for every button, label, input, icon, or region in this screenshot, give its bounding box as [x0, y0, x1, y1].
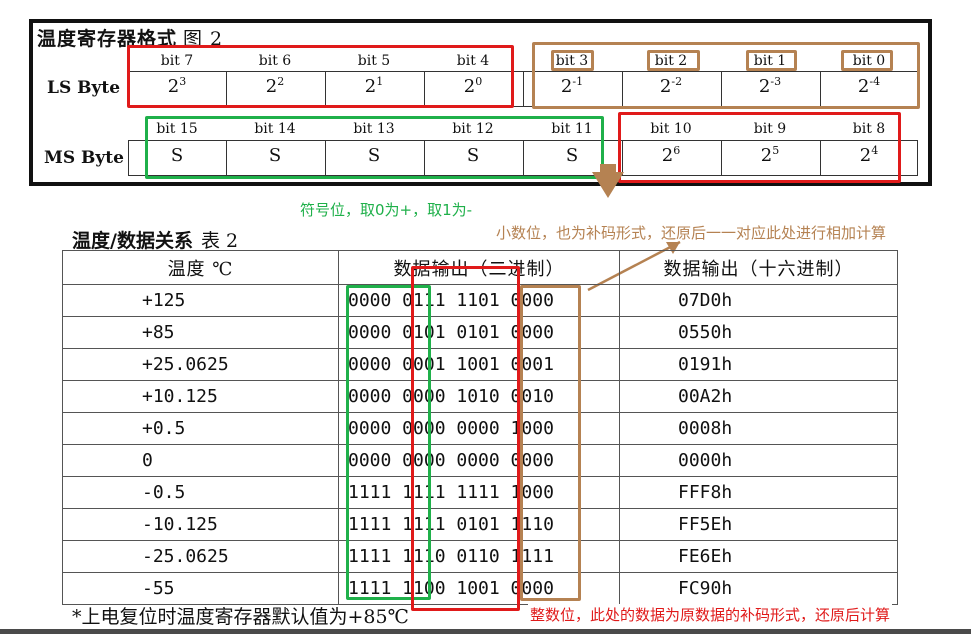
- hex-cell: 0191h: [619, 348, 898, 381]
- table-number: 表 2: [200, 230, 239, 252]
- temperature-cell: +0.5: [62, 412, 339, 445]
- temperature-cell: +25.0625: [62, 348, 339, 381]
- hex-cell: FFF8h: [619, 476, 898, 509]
- temperature-cell: +125: [62, 284, 339, 317]
- ms-byte-label: MS Byte: [44, 148, 124, 168]
- hex-cell: 0008h: [619, 412, 898, 445]
- integer-bits-note: 整数位，此处的数据为原数据的补码形式，还原后计算: [528, 604, 893, 625]
- bit3-highlight: [551, 50, 594, 71]
- hex-cell: FF5Eh: [619, 508, 898, 541]
- integer-column-highlight: [411, 266, 520, 611]
- ls-byte-label: LS Byte: [47, 78, 121, 98]
- bit2-highlight: [647, 50, 700, 71]
- temperature-cell: 0: [62, 444, 339, 477]
- hex-cell: 07D0h: [619, 284, 898, 317]
- ls-integer-highlight: [127, 45, 514, 108]
- hex-cell: FE6Eh: [619, 540, 898, 573]
- bit1-highlight: [746, 50, 797, 71]
- temperature-cell: +85: [62, 316, 339, 349]
- ms-sign-highlight: [145, 116, 604, 179]
- hex-cell: FC90h: [619, 572, 898, 605]
- temperature-cell: -0.5: [62, 476, 339, 509]
- down-arrow: [592, 164, 624, 198]
- temperature-cell: -55: [62, 572, 339, 605]
- fraction-column-highlight: [520, 285, 581, 601]
- header-temperature: 温度 ℃: [62, 250, 339, 285]
- hex-cell: 00A2h: [619, 380, 898, 413]
- hex-cell: 0550h: [619, 316, 898, 349]
- hex-cell: 0000h: [619, 444, 898, 477]
- table-title: 温度/数据关系表 2: [72, 226, 238, 253]
- temperature-cell: +10.125: [62, 380, 339, 413]
- bottom-bar: [0, 629, 971, 634]
- header-hex-output: 数据输出（十六进制）: [619, 250, 898, 285]
- temperature-cell: -10.125: [62, 508, 339, 541]
- cell-divider: [523, 71, 524, 107]
- temperature-cell: -25.0625: [62, 540, 339, 573]
- table-footnote: *上电复位时温度寄存器默认值为+85℃: [72, 606, 409, 628]
- table-title-text: 温度/数据关系: [72, 230, 193, 252]
- bit0-highlight: [841, 50, 893, 71]
- sign-bit-note: 符号位，取0为+，取1为-: [300, 201, 473, 219]
